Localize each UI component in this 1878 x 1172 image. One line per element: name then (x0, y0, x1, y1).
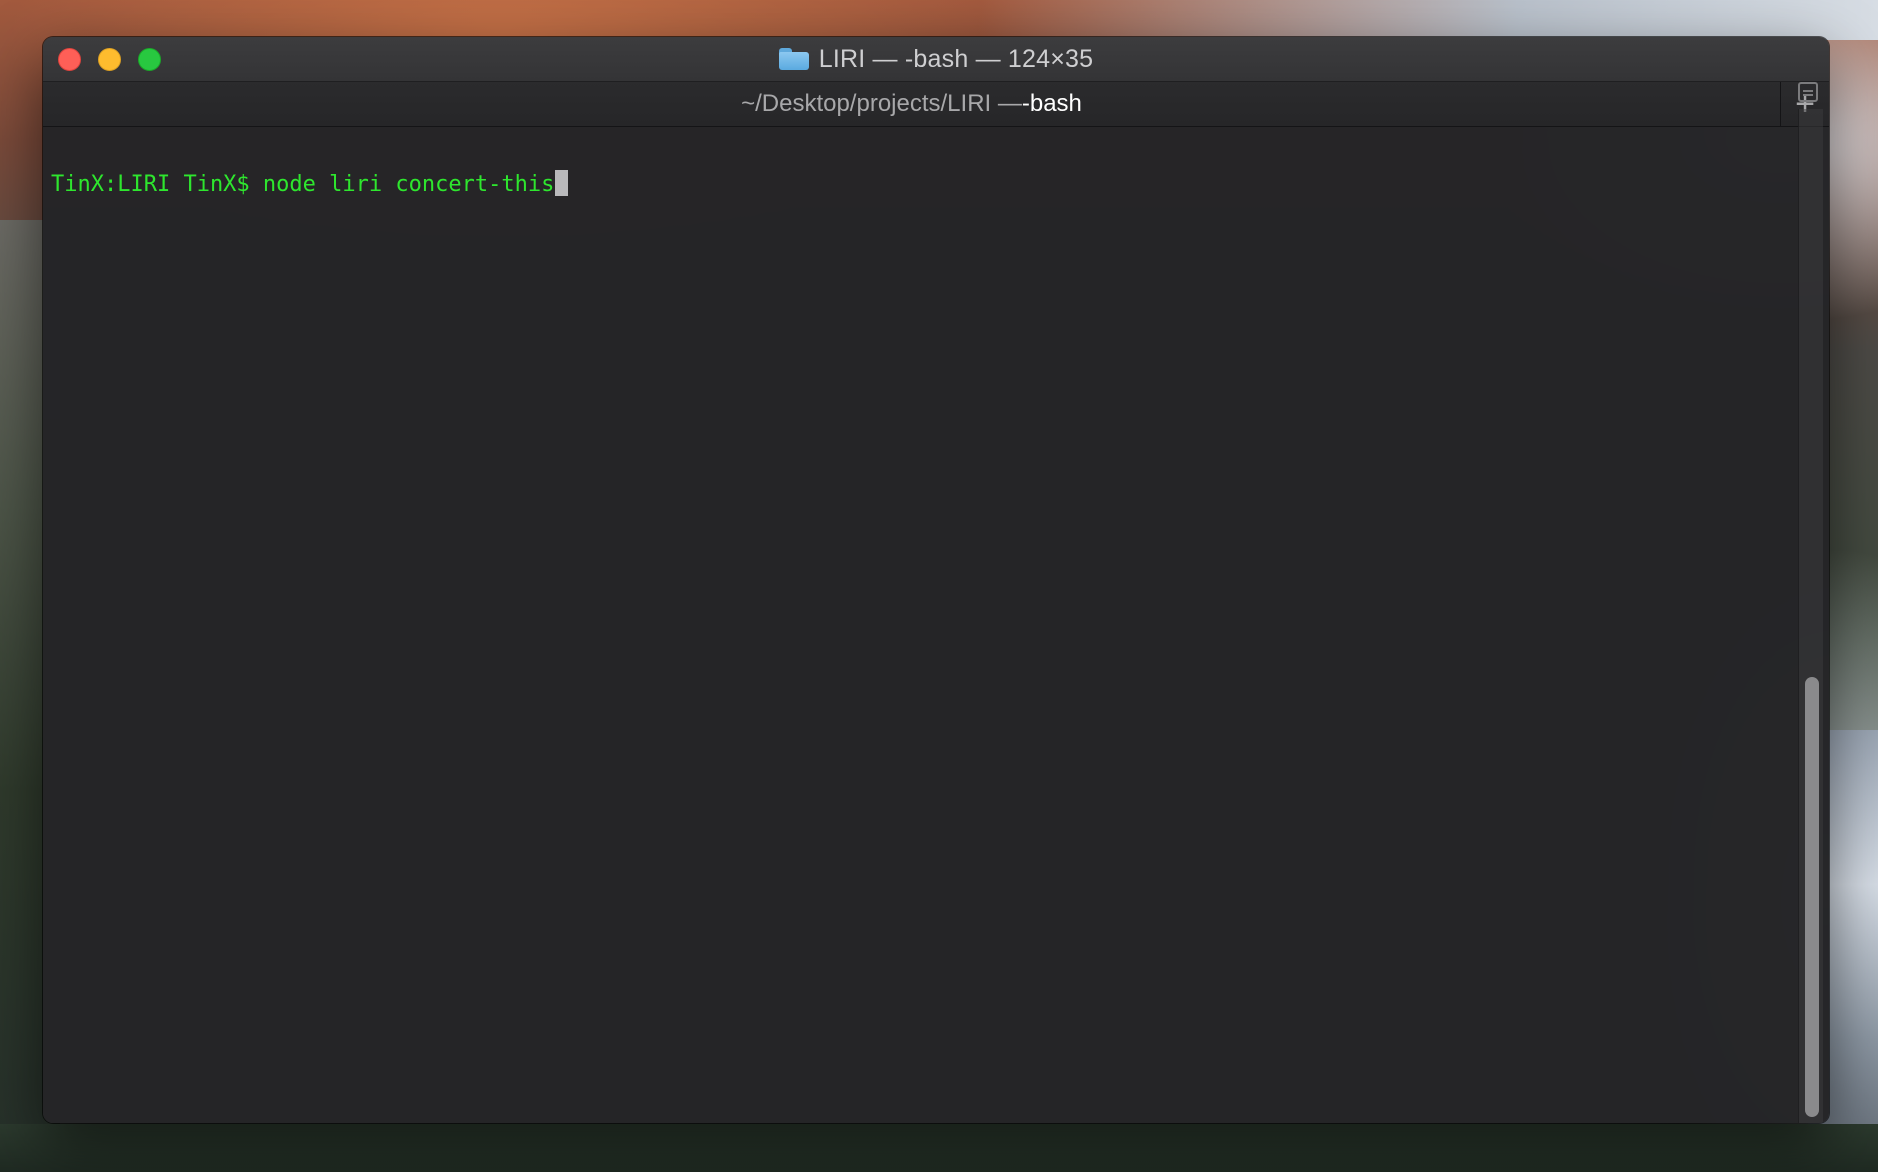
text-cursor (555, 170, 569, 196)
tab-process-label: -bash (1021, 90, 1082, 117)
window-title: LIRI — -bash — 124×35 (818, 44, 1094, 73)
wallpaper-sky (978, 0, 1878, 40)
wallpaper-forest (0, 1124, 1878, 1172)
title-bar[interactable]: LIRI — -bash — 124×35 (43, 37, 1829, 82)
terminal-line: TinX:LIRI TinX$ node liri concert-this (51, 170, 569, 200)
prompt-text: TinX:LIRI TinX$ (51, 172, 263, 197)
zoom-button[interactable] (138, 48, 161, 71)
terminal-content[interactable]: TinX:LIRI TinX$ node liri concert-this (43, 127, 1829, 1123)
terminal-window: LIRI — -bash — 124×35 ~/Desktop/projects… (43, 37, 1829, 1123)
command-text: node liri concert-this (262, 172, 555, 197)
tab-bash[interactable]: ~/Desktop/projects/LIRI — -bash (43, 82, 1781, 126)
tab-path-label: ~/Desktop/projects/LIRI — (741, 90, 1022, 117)
scrollbar-thumb[interactable] (1805, 677, 1819, 1117)
tab-bar: ~/Desktop/projects/LIRI — -bash + (43, 82, 1829, 127)
minimize-button[interactable] (98, 48, 121, 71)
window-title-group: LIRI — -bash — 124×35 (43, 37, 1829, 81)
split-view-icon[interactable] (1798, 82, 1818, 102)
close-button[interactable] (58, 48, 81, 71)
folder-icon (778, 48, 809, 70)
